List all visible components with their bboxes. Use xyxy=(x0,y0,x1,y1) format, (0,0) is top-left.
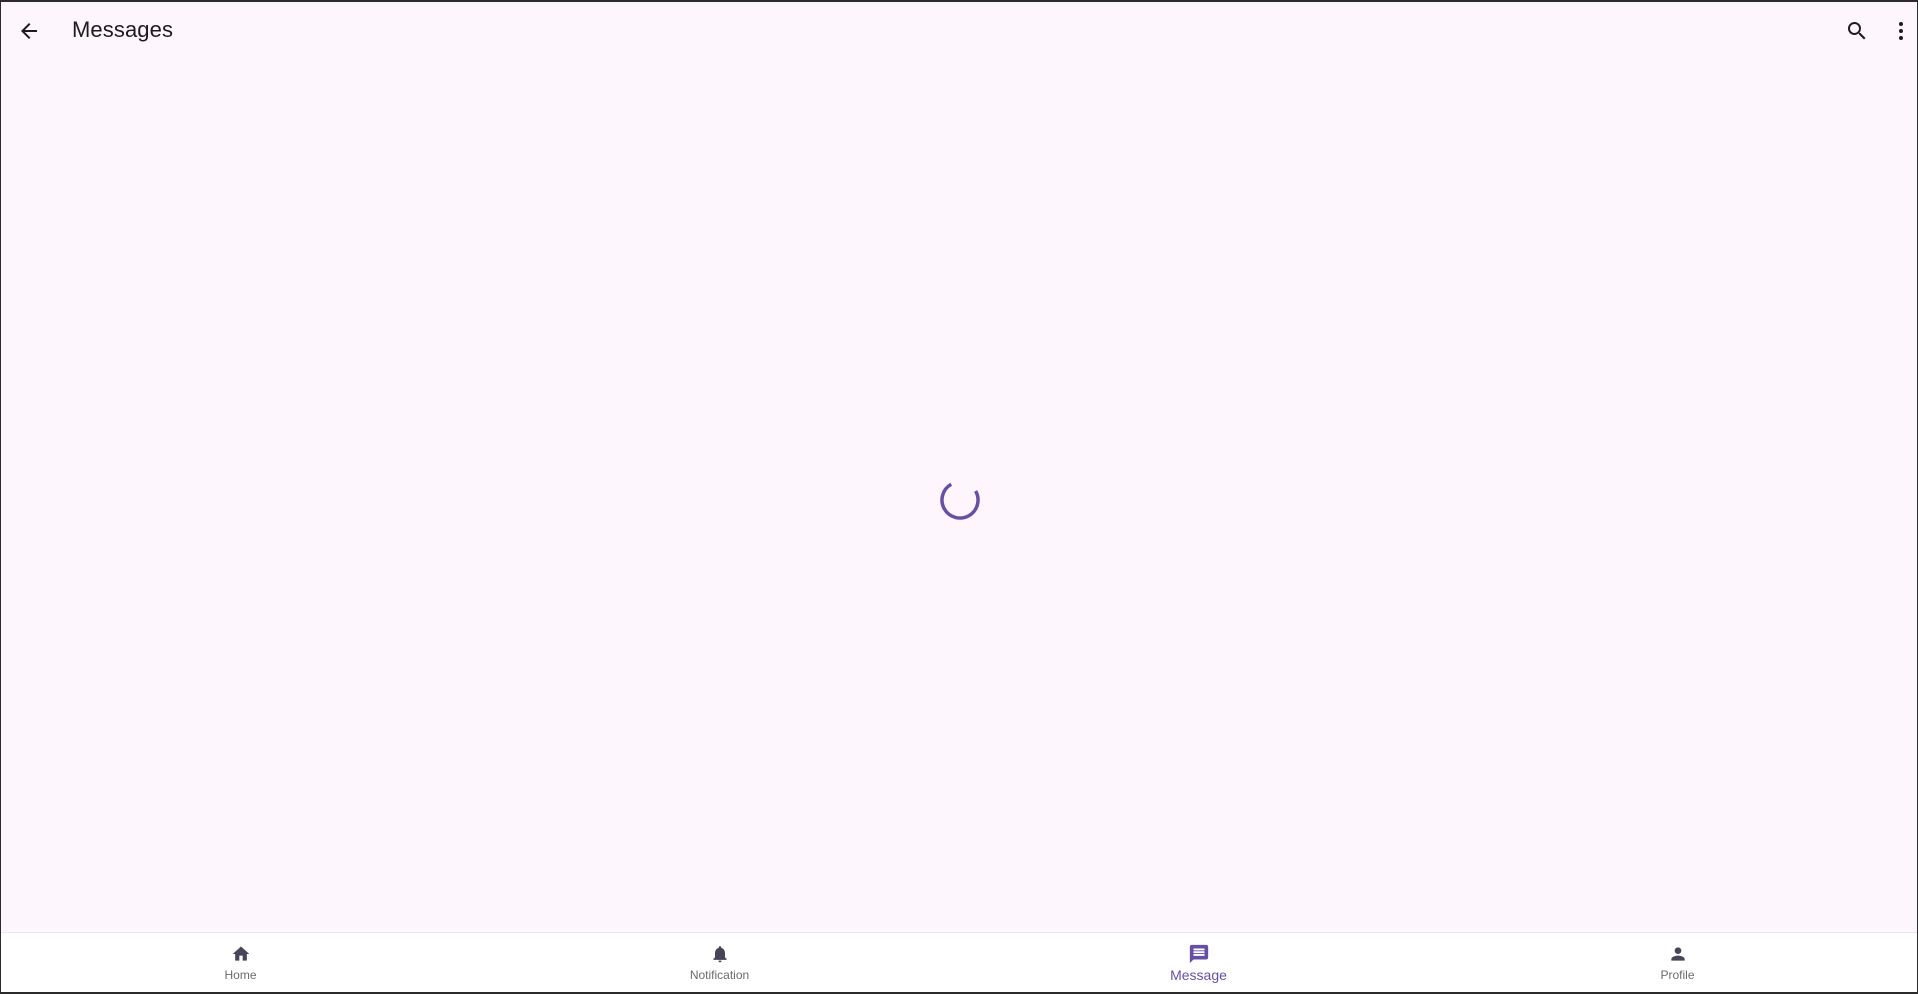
message-icon xyxy=(1187,942,1211,966)
nav-label-home: Home xyxy=(224,968,257,982)
back-button[interactable] xyxy=(5,7,53,55)
person-icon xyxy=(1666,942,1690,966)
loading-spinner xyxy=(940,480,980,520)
nav-item-profile[interactable]: Profile xyxy=(1438,933,1917,992)
home-icon xyxy=(229,942,253,966)
page-title: Messages xyxy=(72,17,174,42)
nav-label-profile: Profile xyxy=(1660,968,1695,982)
nav-label-notification: Notification xyxy=(689,968,750,982)
search-button[interactable] xyxy=(1833,7,1881,55)
more-options-button[interactable] xyxy=(1877,7,1917,55)
search-icon xyxy=(1848,22,1866,40)
nav-item-notification[interactable]: Notification xyxy=(480,933,959,992)
bell-icon xyxy=(708,942,732,966)
nav-item-message[interactable]: Message xyxy=(959,933,1438,992)
bottom-navigation: Home Notification Message Profile xyxy=(1,932,1917,992)
more-vert-icon xyxy=(1899,22,1903,40)
nav-item-home[interactable]: Home xyxy=(1,933,480,992)
arrow-back-icon xyxy=(21,23,37,39)
app-window: Messages Home Notification Message Profi… xyxy=(0,0,1918,994)
nav-label-message: Message xyxy=(1170,967,1227,983)
top-app-bar: Messages xyxy=(1,2,1917,60)
